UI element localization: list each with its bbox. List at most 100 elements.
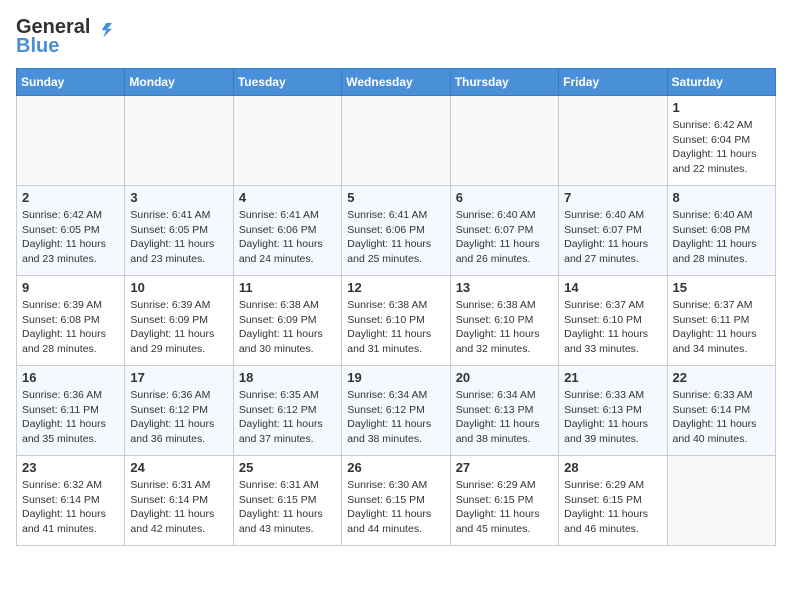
day-number: 11 (239, 280, 336, 295)
calendar-cell (125, 96, 233, 186)
calendar-cell: 10 Sunrise: 6:39 AM Sunset: 6:09 PM Dayli… (125, 276, 233, 366)
logo-icon (90, 17, 112, 39)
day-info: Sunrise: 6:38 AM Sunset: 6:09 PM Dayligh… (239, 298, 336, 357)
logo: General Blue (16, 16, 112, 58)
day-number: 2 (22, 190, 119, 205)
calendar-cell: 3 Sunrise: 6:41 AM Sunset: 6:05 PM Daylig… (125, 186, 233, 276)
day-number: 8 (673, 190, 770, 205)
day-number: 4 (239, 190, 336, 205)
day-number: 23 (22, 460, 119, 475)
day-number: 5 (347, 190, 444, 205)
day-info: Sunrise: 6:36 AM Sunset: 6:12 PM Dayligh… (130, 388, 227, 447)
day-number: 3 (130, 190, 227, 205)
calendar-table: SundayMondayTuesdayWednesdayThursdayFrid… (16, 68, 776, 546)
day-info: Sunrise: 6:42 AM Sunset: 6:05 PM Dayligh… (22, 208, 119, 267)
day-number: 19 (347, 370, 444, 385)
weekday-header-wednesday: Wednesday (342, 69, 450, 96)
day-info: Sunrise: 6:33 AM Sunset: 6:14 PM Dayligh… (673, 388, 770, 447)
day-info: Sunrise: 6:39 AM Sunset: 6:09 PM Dayligh… (130, 298, 227, 357)
day-number: 26 (347, 460, 444, 475)
calendar-cell: 25 Sunrise: 6:31 AM Sunset: 6:15 PM Dayli… (233, 456, 341, 546)
day-info: Sunrise: 6:29 AM Sunset: 6:15 PM Dayligh… (564, 478, 661, 537)
day-info: Sunrise: 6:31 AM Sunset: 6:15 PM Dayligh… (239, 478, 336, 537)
calendar-cell: 15 Sunrise: 6:37 AM Sunset: 6:11 PM Dayli… (667, 276, 775, 366)
calendar-cell: 13 Sunrise: 6:38 AM Sunset: 6:10 PM Dayli… (450, 276, 558, 366)
day-info: Sunrise: 6:35 AM Sunset: 6:12 PM Dayligh… (239, 388, 336, 447)
day-number: 25 (239, 460, 336, 475)
calendar-cell (342, 96, 450, 186)
calendar-cell: 2 Sunrise: 6:42 AM Sunset: 6:05 PM Daylig… (17, 186, 125, 276)
day-info: Sunrise: 6:36 AM Sunset: 6:11 PM Dayligh… (22, 388, 119, 447)
calendar-cell: 26 Sunrise: 6:30 AM Sunset: 6:15 PM Dayli… (342, 456, 450, 546)
day-number: 15 (673, 280, 770, 295)
calendar-cell: 14 Sunrise: 6:37 AM Sunset: 6:10 PM Dayli… (559, 276, 667, 366)
logo-blue-text: Blue (16, 35, 59, 58)
day-info: Sunrise: 6:39 AM Sunset: 6:08 PM Dayligh… (22, 298, 119, 357)
day-info: Sunrise: 6:30 AM Sunset: 6:15 PM Dayligh… (347, 478, 444, 537)
day-info: Sunrise: 6:41 AM Sunset: 6:06 PM Dayligh… (347, 208, 444, 267)
calendar-cell: 22 Sunrise: 6:33 AM Sunset: 6:14 PM Dayli… (667, 366, 775, 456)
calendar-cell (450, 96, 558, 186)
calendar-cell: 8 Sunrise: 6:40 AM Sunset: 6:08 PM Daylig… (667, 186, 775, 276)
day-info: Sunrise: 6:31 AM Sunset: 6:14 PM Dayligh… (130, 478, 227, 537)
day-number: 1 (673, 100, 770, 115)
day-info: Sunrise: 6:33 AM Sunset: 6:13 PM Dayligh… (564, 388, 661, 447)
calendar-cell (17, 96, 125, 186)
calendar-cell: 23Sunrise: 6:32 AM Sunset: 6:14 PM Dayli… (17, 456, 125, 546)
calendar-cell: 21 Sunrise: 6:33 AM Sunset: 6:13 PM Dayli… (559, 366, 667, 456)
day-info: Sunrise: 6:41 AM Sunset: 6:05 PM Dayligh… (130, 208, 227, 267)
calendar-cell: 1 Sunrise: 6:42 AM Sunset: 6:04 PM Daylig… (667, 96, 775, 186)
day-info: Sunrise: 6:34 AM Sunset: 6:12 PM Dayligh… (347, 388, 444, 447)
calendar-cell: 11 Sunrise: 6:38 AM Sunset: 6:09 PM Dayli… (233, 276, 341, 366)
calendar-cell: 27 Sunrise: 6:29 AM Sunset: 6:15 PM Dayli… (450, 456, 558, 546)
calendar-cell (559, 96, 667, 186)
calendar-cell: 12 Sunrise: 6:38 AM Sunset: 6:10 PM Dayli… (342, 276, 450, 366)
day-number: 10 (130, 280, 227, 295)
day-info: Sunrise: 6:42 AM Sunset: 6:04 PM Dayligh… (673, 118, 770, 177)
day-info: Sunrise: 6:40 AM Sunset: 6:08 PM Dayligh… (673, 208, 770, 267)
calendar-cell: 5 Sunrise: 6:41 AM Sunset: 6:06 PM Daylig… (342, 186, 450, 276)
calendar-cell: 9 Sunrise: 6:39 AM Sunset: 6:08 PM Daylig… (17, 276, 125, 366)
calendar-cell: 17 Sunrise: 6:36 AM Sunset: 6:12 PM Dayli… (125, 366, 233, 456)
day-number: 20 (456, 370, 553, 385)
day-number: 17 (130, 370, 227, 385)
calendar-cell: 24 Sunrise: 6:31 AM Sunset: 6:14 PM Dayli… (125, 456, 233, 546)
day-info: Sunrise: 6:40 AM Sunset: 6:07 PM Dayligh… (456, 208, 553, 267)
calendar-cell: 19 Sunrise: 6:34 AM Sunset: 6:12 PM Dayli… (342, 366, 450, 456)
calendar-cell: 6 Sunrise: 6:40 AM Sunset: 6:07 PM Daylig… (450, 186, 558, 276)
weekday-header-tuesday: Tuesday (233, 69, 341, 96)
day-number: 13 (456, 280, 553, 295)
calendar-cell (233, 96, 341, 186)
day-number: 22 (673, 370, 770, 385)
day-info: Sunrise: 6:37 AM Sunset: 6:11 PM Dayligh… (673, 298, 770, 357)
day-info: Sunrise: 6:38 AM Sunset: 6:10 PM Dayligh… (347, 298, 444, 357)
calendar-cell: 28 Sunrise: 6:29 AM Sunset: 6:15 PM Dayli… (559, 456, 667, 546)
day-info: Sunrise: 6:29 AM Sunset: 6:15 PM Dayligh… (456, 478, 553, 537)
day-number: 12 (347, 280, 444, 295)
day-info: Sunrise: 6:37 AM Sunset: 6:10 PM Dayligh… (564, 298, 661, 357)
calendar-cell: 4 Sunrise: 6:41 AM Sunset: 6:06 PM Daylig… (233, 186, 341, 276)
day-number: 14 (564, 280, 661, 295)
day-number: 21 (564, 370, 661, 385)
day-info: Sunrise: 6:38 AM Sunset: 6:10 PM Dayligh… (456, 298, 553, 357)
day-number: 24 (130, 460, 227, 475)
day-number: 9 (22, 280, 119, 295)
page-header: General Blue (16, 16, 776, 58)
weekday-header-sunday: Sunday (17, 69, 125, 96)
weekday-header-thursday: Thursday (450, 69, 558, 96)
calendar-cell: 18 Sunrise: 6:35 AM Sunset: 6:12 PM Dayli… (233, 366, 341, 456)
day-info: Sunrise: 6:41 AM Sunset: 6:06 PM Dayligh… (239, 208, 336, 267)
day-number: 7 (564, 190, 661, 205)
day-number: 16 (22, 370, 119, 385)
day-number: 6 (456, 190, 553, 205)
day-info: Sunrise: 6:34 AM Sunset: 6:13 PM Dayligh… (456, 388, 553, 447)
calendar-cell: 7Sunrise: 6:40 AM Sunset: 6:07 PM Daylig… (559, 186, 667, 276)
day-number: 28 (564, 460, 661, 475)
weekday-header-friday: Friday (559, 69, 667, 96)
day-number: 27 (456, 460, 553, 475)
weekday-header-saturday: Saturday (667, 69, 775, 96)
day-number: 18 (239, 370, 336, 385)
calendar-cell (667, 456, 775, 546)
calendar-cell: 16 Sunrise: 6:36 AM Sunset: 6:11 PM Dayli… (17, 366, 125, 456)
calendar-cell: 20 Sunrise: 6:34 AM Sunset: 6:13 PM Dayli… (450, 366, 558, 456)
